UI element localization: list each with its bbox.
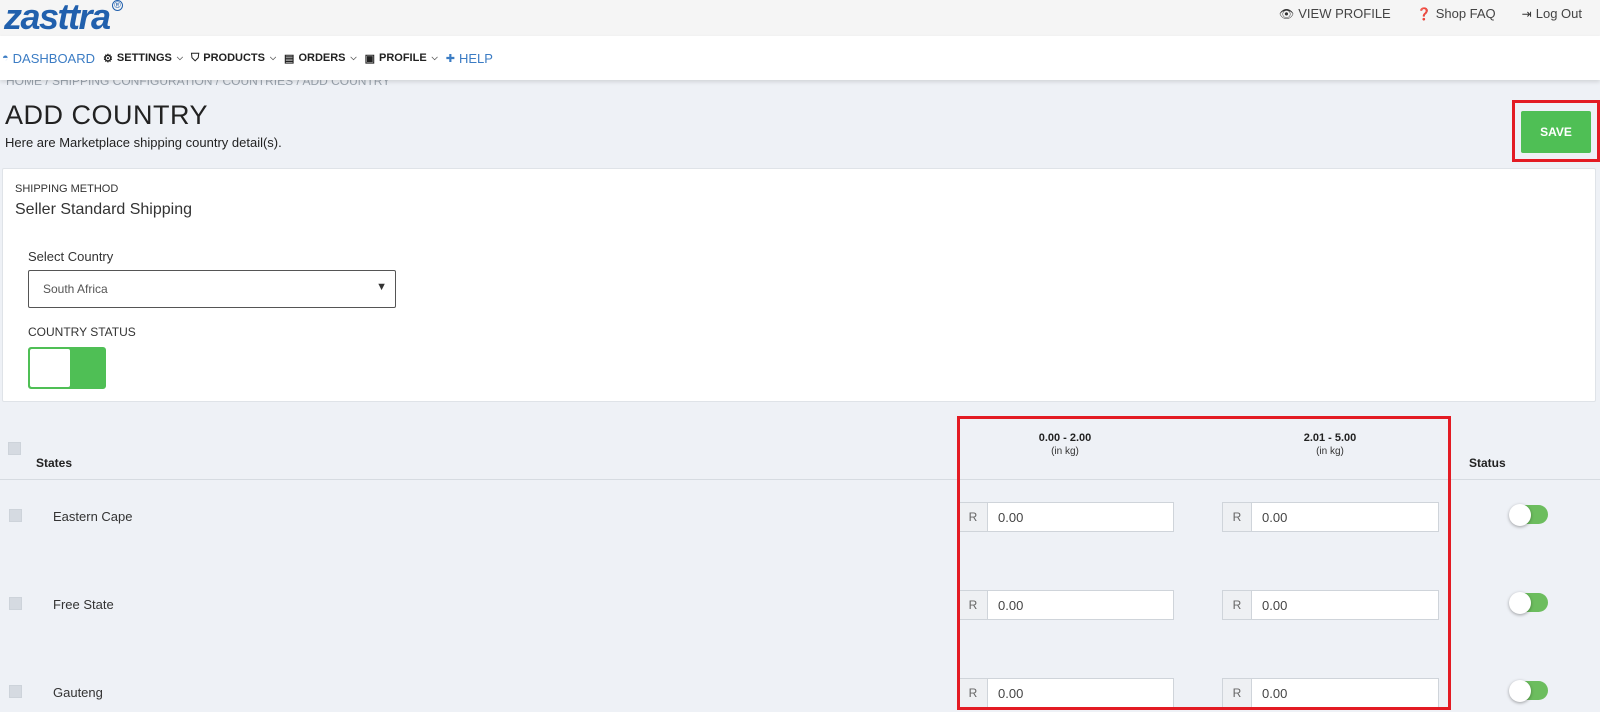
chevron-down-icon: ⌵: [350, 53, 357, 62]
chevron-down-icon: ⌵: [269, 53, 277, 62]
puzzle-icon: ✚: [445, 52, 455, 65]
save-highlight-box: SAVE: [1512, 100, 1600, 162]
id-card-icon: ▣: [364, 52, 375, 65]
nav-settings-label: SETTINGS: [116, 52, 172, 64]
state-status-toggle[interactable]: [1509, 680, 1548, 702]
save-button[interactable]: SAVE: [1521, 111, 1591, 153]
status-column-header: Status: [1469, 456, 1506, 470]
select-country-label: Select Country: [28, 249, 114, 264]
range-2-label: 2.01 - 5.00: [1303, 432, 1357, 444]
dashboard-icon: ◓: [2, 52, 9, 64]
nav-products-label: PRODUCTS: [203, 52, 265, 64]
nav-profile[interactable]: ▣ PROFILE ⌵: [365, 52, 438, 65]
page-title: ADD COUNTRY: [5, 100, 209, 130]
nav-dashboard-label: DASHBOARD: [12, 50, 96, 66]
currency-prefix: R: [1223, 503, 1252, 531]
chevron-down-icon: ⌵: [431, 53, 438, 62]
registered-mark: ®: [112, 0, 123, 11]
country-select-value: South Africa: [43, 282, 108, 296]
select-all-checkbox[interactable]: [8, 442, 21, 455]
question-circle-icon: ❓: [1416, 6, 1432, 21]
state-name: Free State: [53, 597, 114, 612]
rate-input-group-2: R 0.00: [1222, 502, 1439, 532]
currency-prefix: R: [959, 503, 988, 531]
state-name: Gauteng: [53, 685, 103, 700]
nav-products[interactable]: ⛉ PRODUCTS ⌵: [191, 52, 276, 65]
state-status-toggle[interactable]: [1509, 592, 1548, 614]
toggle-knob: [1509, 592, 1531, 614]
rate-input-1[interactable]: 0.00: [988, 503, 1173, 531]
top-links: 👁 VIEW PROFILE ❓ Shop FAQ ⇥ Log Out: [1279, 6, 1582, 21]
top-bar: zasttra ® 👁 VIEW PROFILE ❓ Shop FAQ ⇥ Lo…: [0, 0, 1600, 38]
toggle-knob: [1509, 680, 1531, 702]
shop-faq-label: Shop FAQ: [1435, 6, 1496, 21]
rate-input-group-1: R 0.00: [958, 678, 1174, 708]
clipboard-icon: ▤: [284, 52, 295, 65]
nav-help-label: HELP: [458, 50, 493, 66]
nav-orders[interactable]: ▤ ORDERS ⌵: [284, 52, 357, 65]
main-nav: ◓ DASHBOARD ⚙ SETTINGS ⌵ ⛉ PRODUCTS ⌵ ▤ …: [0, 36, 1600, 80]
country-select[interactable]: South Africa ▼: [28, 270, 396, 308]
view-profile-link[interactable]: 👁 VIEW PROFILE: [1279, 6, 1391, 21]
row-checkbox[interactable]: [9, 685, 22, 698]
logout-icon: ⇥: [1521, 6, 1532, 21]
row-checkbox[interactable]: [9, 509, 22, 522]
range-2-unit: (in kg): [1316, 446, 1344, 457]
states-column-header: States: [36, 456, 73, 470]
page-subtitle: Here are Marketplace shipping country de…: [5, 135, 282, 150]
toggle-knob: [1509, 504, 1531, 526]
shop-faq-link[interactable]: ❓ Shop FAQ: [1417, 6, 1496, 21]
currency-prefix: R: [1223, 679, 1252, 707]
row-checkbox[interactable]: [9, 597, 22, 610]
country-status-label: COUNTRY STATUS: [28, 325, 136, 339]
nav-profile-label: PROFILE: [379, 52, 427, 64]
tag-icon: ⛉: [190, 51, 200, 64]
range-column-header-2: 2.01 - 5.00 (in kg): [1230, 432, 1430, 457]
rate-input-2[interactable]: 0.00: [1252, 679, 1438, 707]
rate-input-1[interactable]: 0.00: [988, 679, 1173, 707]
chevron-down-icon: ⌵: [176, 53, 183, 62]
table-row: Eastern Cape R 0.00 R 0.00: [0, 480, 1600, 568]
nav-orders-label: ORDERS: [298, 52, 346, 64]
brand-logo[interactable]: zasttra: [4, 0, 111, 38]
shipping-method-value: Seller Standard Shipping: [15, 201, 193, 218]
table-row: Free State R 0.00 R 0.00: [0, 568, 1600, 656]
currency-prefix: R: [1223, 591, 1252, 619]
states-table-header: States 0.00 - 2.00 (in kg) 2.01 - 5.00 (…: [0, 420, 1600, 480]
country-form-card: SHIPPING METHOD Seller Standard Shipping…: [2, 168, 1596, 402]
country-status-toggle[interactable]: [28, 347, 106, 389]
nav-dashboard[interactable]: ◓ DASHBOARD: [2, 51, 95, 66]
range-column-header-1: 0.00 - 2.00 (in kg): [965, 432, 1165, 457]
dropdown-arrow-icon: ▼: [376, 281, 387, 293]
state-status-toggle[interactable]: [1509, 504, 1548, 526]
range-1-label: 0.00 - 2.00: [1038, 432, 1092, 444]
state-name: Eastern Cape: [53, 509, 133, 524]
rate-input-2[interactable]: 0.00: [1252, 503, 1438, 531]
eye-icon: 👁: [1279, 6, 1295, 21]
logout-label: Log Out: [1535, 6, 1582, 21]
currency-prefix: R: [959, 591, 988, 619]
rate-input-2[interactable]: 0.00: [1252, 591, 1438, 619]
toggle-knob: [30, 349, 70, 387]
rate-input-group-1: R 0.00: [958, 502, 1174, 532]
shipping-method-label: SHIPPING METHOD: [15, 183, 119, 195]
logout-link[interactable]: ⇥ Log Out: [1522, 6, 1582, 21]
currency-prefix: R: [959, 679, 988, 707]
rate-input-group-2: R 0.00: [1222, 678, 1439, 708]
table-row: Gauteng R 0.00 R 0.00: [0, 656, 1600, 712]
nav-help[interactable]: ✚ HELP: [446, 51, 493, 66]
rate-input-1[interactable]: 0.00: [988, 591, 1173, 619]
rate-input-group-1: R 0.00: [958, 590, 1174, 620]
view-profile-label: VIEW PROFILE: [1298, 6, 1391, 21]
gear-icon: ⚙: [103, 52, 113, 65]
nav-settings[interactable]: ⚙ SETTINGS ⌵: [103, 52, 183, 65]
range-1-unit: (in kg): [1051, 446, 1079, 457]
rate-input-group-2: R 0.00: [1222, 590, 1439, 620]
